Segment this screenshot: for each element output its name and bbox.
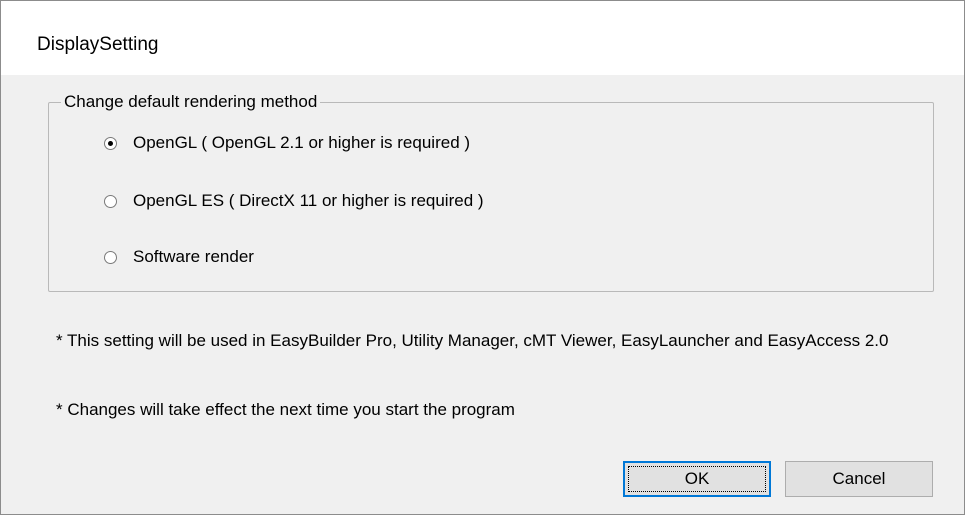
ok-button[interactable]: OK: [623, 461, 771, 497]
radio-unchecked-icon[interactable]: [104, 250, 117, 264]
ok-button-label: OK: [684, 469, 710, 488]
title-bar[interactable]: DisplaySetting: [1, 1, 964, 75]
radio-software-render[interactable]: Software render: [104, 246, 254, 268]
radio-software-render-label[interactable]: Software render: [133, 246, 254, 268]
radio-checked-icon[interactable]: [104, 136, 117, 150]
radio-opengl-es[interactable]: OpenGL ES ( DirectX 11 or higher is requ…: [104, 190, 484, 212]
window-title: DisplaySetting: [37, 34, 159, 55]
cancel-button-label: Cancel: [832, 469, 886, 488]
cancel-button[interactable]: Cancel: [785, 461, 933, 497]
radio-opengl[interactable]: OpenGL ( OpenGL 2.1 or higher is require…: [104, 132, 470, 154]
display-setting-dialog: DisplaySetting Change default rendering …: [0, 0, 965, 515]
groupbox-legend: Change default rendering method: [61, 91, 321, 113]
usage-note: * This setting will be used in EasyBuild…: [56, 331, 889, 350]
radio-opengl-es-label[interactable]: OpenGL ES ( DirectX 11 or higher is requ…: [133, 190, 484, 212]
radio-unchecked-icon[interactable]: [104, 194, 117, 208]
restart-note: * Changes will take effect the next time…: [56, 400, 515, 419]
radio-opengl-label[interactable]: OpenGL ( OpenGL 2.1 or higher is require…: [133, 132, 470, 154]
